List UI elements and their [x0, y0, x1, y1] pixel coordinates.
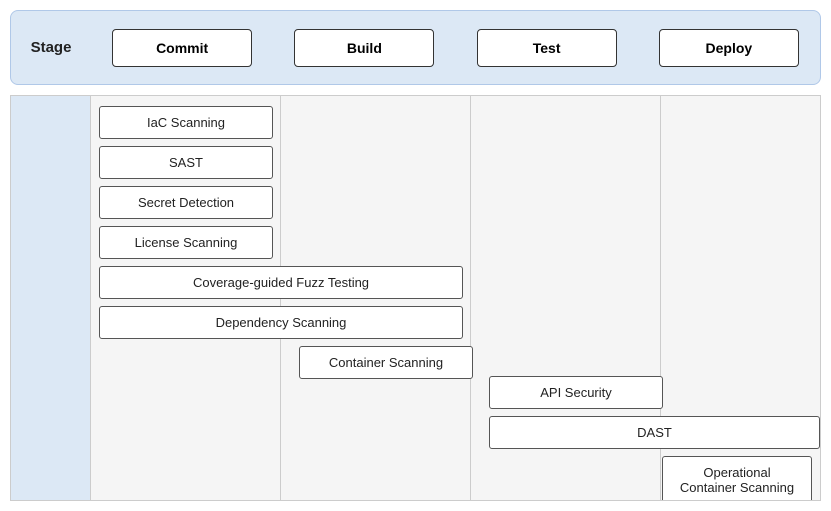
- api-security-box: API Security: [489, 376, 663, 409]
- dependency-scanning-item[interactable]: Dependency Scanning: [99, 306, 463, 339]
- dependency-scanning-box: Dependency Scanning: [99, 306, 463, 339]
- secret-detection-item[interactable]: Secret Detection: [99, 186, 273, 219]
- dast-item[interactable]: DAST: [489, 416, 820, 449]
- header-row: Stage Commit Build Test Deploy: [10, 10, 821, 85]
- api-security-item[interactable]: API Security: [489, 376, 663, 409]
- body-container: IaC Scanning SAST Secret Detection Licen…: [10, 95, 821, 501]
- operational-container-scanning-box: Operational Container Scanning: [662, 456, 812, 500]
- container-scanning-box: Container Scanning: [299, 346, 473, 379]
- secret-detection-box: Secret Detection: [99, 186, 273, 219]
- iac-scanning-box: IaC Scanning: [99, 106, 273, 139]
- stage-header-commit[interactable]: Commit: [112, 29, 252, 67]
- pipeline-container: Stage Commit Build Test Deploy I: [0, 0, 831, 511]
- main-grid: IaC Scanning SAST Secret Detection Licen…: [91, 96, 820, 500]
- stage-header-test[interactable]: Test: [477, 29, 617, 67]
- coverage-fuzz-box: Coverage-guided Fuzz Testing: [99, 266, 463, 299]
- coverage-fuzz-item[interactable]: Coverage-guided Fuzz Testing: [99, 266, 463, 299]
- stage-columns: Commit Build Test Deploy: [91, 29, 820, 67]
- stage-side-label: [11, 96, 91, 500]
- operational-container-scanning-item[interactable]: Operational Container Scanning: [662, 456, 812, 500]
- dast-box: DAST: [489, 416, 820, 449]
- stage-header-deploy[interactable]: Deploy: [659, 29, 799, 67]
- license-scanning-box: License Scanning: [99, 226, 273, 259]
- container-scanning-item[interactable]: Container Scanning: [299, 346, 473, 379]
- license-scanning-item[interactable]: License Scanning: [99, 226, 273, 259]
- stage-header-build[interactable]: Build: [294, 29, 434, 67]
- iac-scanning-item[interactable]: IaC Scanning: [99, 106, 273, 139]
- stage-label: Stage: [11, 39, 91, 56]
- sast-item[interactable]: SAST: [99, 146, 273, 179]
- sast-box: SAST: [99, 146, 273, 179]
